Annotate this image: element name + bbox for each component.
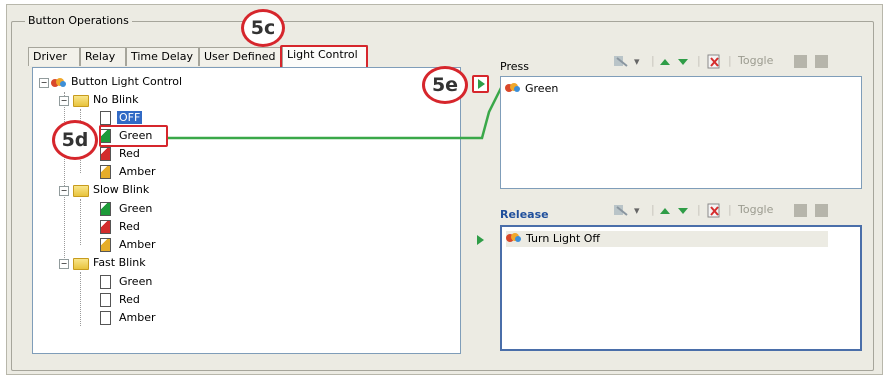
move-up-icon[interactable] bbox=[660, 208, 670, 214]
color-swatch-icon[interactable] bbox=[815, 204, 828, 217]
press-label: Press bbox=[500, 60, 529, 73]
delete-icon[interactable] bbox=[707, 203, 721, 219]
add-to-release-arrow-icon[interactable] bbox=[477, 235, 484, 245]
toggle-button[interactable]: Toggle bbox=[738, 54, 773, 70]
chevron-down-icon[interactable]: ▾ bbox=[634, 204, 640, 220]
toolbar-separator: | bbox=[697, 203, 701, 216]
toggle-button[interactable]: Toggle bbox=[738, 203, 773, 219]
toolbar-separator: | bbox=[728, 54, 732, 67]
release-toolbar: ▾ | | | Toggle bbox=[613, 203, 863, 221]
list-item-label: Turn Light Off bbox=[526, 232, 601, 245]
delete-icon[interactable] bbox=[707, 54, 721, 70]
callout-5c: 5c bbox=[241, 9, 285, 47]
callout-5e: 5e bbox=[422, 66, 468, 104]
callout-5d: 5d bbox=[52, 120, 98, 160]
edit-icon[interactable] bbox=[613, 203, 629, 219]
list-item-label: Green bbox=[525, 82, 559, 95]
color-swatch-icon[interactable] bbox=[794, 204, 807, 217]
list-item[interactable]: Turn Light Off bbox=[506, 231, 828, 247]
move-down-icon[interactable] bbox=[678, 208, 688, 214]
toolbar-separator: | bbox=[728, 203, 732, 216]
gear-icon bbox=[505, 81, 520, 93]
chevron-down-icon[interactable]: ▾ bbox=[634, 55, 640, 71]
move-up-icon[interactable] bbox=[660, 59, 670, 65]
toolbar-separator: | bbox=[651, 54, 655, 67]
add-to-press-arrow-icon[interactable] bbox=[478, 79, 485, 89]
press-action-list[interactable]: Green bbox=[500, 76, 862, 189]
press-toolbar: ▾ | | | Toggle bbox=[613, 54, 863, 72]
color-swatch-icon[interactable] bbox=[815, 55, 828, 68]
release-action-list[interactable]: Turn Light Off bbox=[500, 225, 862, 351]
toolbar-separator: | bbox=[697, 54, 701, 67]
release-label: Release bbox=[500, 208, 549, 221]
gear-icon bbox=[506, 231, 521, 243]
move-down-icon[interactable] bbox=[678, 59, 688, 65]
color-swatch-icon[interactable] bbox=[794, 55, 807, 68]
edit-icon[interactable] bbox=[613, 54, 629, 70]
toolbar-separator: | bbox=[651, 203, 655, 216]
